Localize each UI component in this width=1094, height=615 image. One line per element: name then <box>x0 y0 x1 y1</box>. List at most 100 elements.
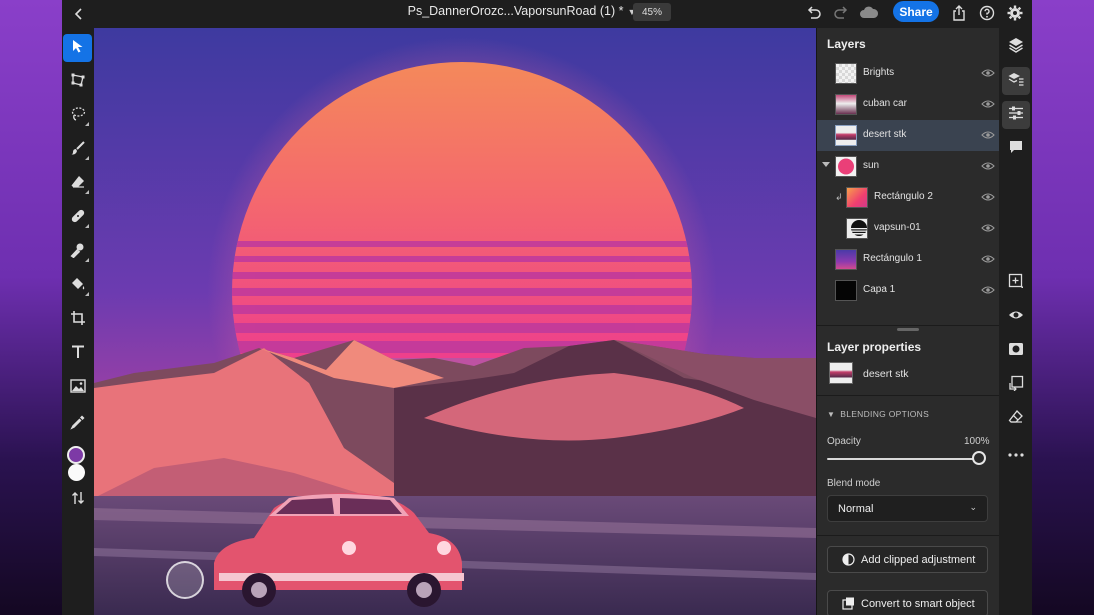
layer-name: Capa 1 <box>863 284 896 295</box>
eye-icon[interactable] <box>981 191 995 203</box>
redo-icon[interactable] <box>830 2 852 24</box>
chevron-down-icon[interactable] <box>822 162 830 167</box>
fill-tool[interactable] <box>63 272 92 300</box>
visibility-rail-button[interactable] <box>1002 303 1030 331</box>
eyedropper-icon <box>69 414 86 435</box>
export-icon[interactable] <box>948 2 970 24</box>
clip-arrow-icon: ↲ <box>835 192 843 202</box>
properties-layer-thumbnail <box>829 362 853 384</box>
lasso-tool[interactable] <box>63 102 92 130</box>
tool-options-corner <box>85 258 89 262</box>
layers-details-icon <box>1008 71 1024 92</box>
layer-name: vapsun-01 <box>874 222 921 233</box>
touch-shortcut-ring[interactable] <box>166 561 204 599</box>
eye-icon[interactable] <box>981 129 995 141</box>
eraser-tool[interactable] <box>63 170 92 198</box>
layer-thumbnail <box>835 94 857 115</box>
crop-icon <box>70 310 86 331</box>
background-color-swatch[interactable] <box>68 464 85 481</box>
panel-divider <box>817 325 999 326</box>
layer-row[interactable]: Brights <box>817 58 999 89</box>
layer-name: Rectángulo 2 <box>874 191 933 202</box>
vaporsun-artwork <box>94 28 816 615</box>
layer-properties-title: Layer properties <box>827 340 922 354</box>
zoom-level[interactable]: 45% <box>633 3 671 21</box>
layer-row[interactable]: vapsun-01 <box>817 213 999 244</box>
eye-icon[interactable] <box>981 98 995 110</box>
eye-icon[interactable] <box>981 160 995 172</box>
document-canvas[interactable] <box>94 28 816 615</box>
crop-tool[interactable] <box>63 306 92 334</box>
layer-thumbnail <box>846 218 868 239</box>
share-button[interactable]: Share <box>893 1 939 22</box>
eraser-rail-button[interactable] <box>1002 405 1030 433</box>
layer-name: Rectángulo 1 <box>863 253 922 264</box>
layer-details-rail-button[interactable] <box>1002 67 1030 95</box>
blending-options-header: BLENDING OPTIONS <box>840 409 930 419</box>
eraser-icon <box>1008 409 1024 430</box>
tool-options-corner <box>85 224 89 228</box>
eye-icon[interactable] <box>981 284 995 296</box>
text-icon <box>71 345 85 364</box>
left-toolbar <box>62 28 94 615</box>
foreground-color-swatch[interactable] <box>67 446 85 464</box>
brush-icon <box>70 140 86 161</box>
layers-stack-icon <box>1008 37 1024 58</box>
photoshop-app: Ps_DannerOrozc...VaporsunRoad (1) * ▼ 45%… <box>62 0 1032 615</box>
arrow-pointer-icon <box>72 39 84 58</box>
layer-thumbnail <box>835 63 857 84</box>
eye-icon[interactable] <box>981 222 995 234</box>
place-image-tool[interactable] <box>63 374 92 402</box>
eraser-icon <box>70 174 86 195</box>
opacity-slider-handle[interactable] <box>972 451 986 465</box>
clone-tool[interactable] <box>63 238 92 266</box>
layer-thumbnail <box>835 249 857 270</box>
plus-square-icon <box>1008 273 1024 294</box>
layer-row[interactable]: cuban car <box>817 89 999 120</box>
add-clipped-adjustment-label: Add clipped adjustment <box>861 553 976 566</box>
opacity-slider-track[interactable] <box>827 458 979 460</box>
type-tool[interactable] <box>63 340 92 368</box>
mask-icon <box>1008 342 1024 361</box>
brush-tool[interactable] <box>63 136 92 164</box>
adjustments-rail-button[interactable] <box>1002 101 1030 129</box>
blend-mode-select[interactable]: Normal ⌄ <box>827 495 988 522</box>
transform-tool[interactable] <box>63 68 92 96</box>
more-rail-button[interactable] <box>1002 439 1030 467</box>
blend-mode-value: Normal <box>838 503 874 515</box>
mask-rail-button[interactable] <box>1002 337 1030 365</box>
layers-rail-button[interactable] <box>1002 33 1030 61</box>
layer-name: Brights <box>863 67 895 78</box>
add-clipped-adjustment-button[interactable]: Add clipped adjustment <box>827 546 988 573</box>
clip-icon <box>1008 375 1024 396</box>
clip-rail-button[interactable] <box>1002 371 1030 399</box>
add-layer-rail-button[interactable] <box>1002 269 1030 297</box>
layer-thumbnail <box>835 125 857 146</box>
stamp-icon <box>69 242 86 263</box>
layer-row-group[interactable]: sun <box>817 151 999 182</box>
eye-icon[interactable] <box>981 253 995 265</box>
tool-options-corner <box>85 122 89 126</box>
layers-panel-title: Layers <box>827 37 866 51</box>
convert-smart-object-button[interactable]: Convert to smart object <box>827 590 988 615</box>
help-icon[interactable] <box>976 2 998 24</box>
select-tool[interactable] <box>63 34 92 62</box>
back-icon[interactable] <box>68 3 90 25</box>
healing-tool[interactable] <box>63 204 92 232</box>
opacity-value[interactable]: 100% <box>964 436 990 447</box>
layer-thumbnail <box>835 280 857 301</box>
gear-icon[interactable] <box>1004 2 1026 24</box>
layer-row[interactable]: Rectángulo 1 <box>817 244 999 275</box>
undo-icon[interactable] <box>803 2 825 24</box>
blend-mode-label: Blend mode <box>827 478 881 489</box>
layer-row-selected[interactable]: desert stk <box>817 120 999 151</box>
eyedropper-tool[interactable] <box>63 410 92 438</box>
blending-options-toggle[interactable]: ▼ BLENDING OPTIONS <box>827 409 929 419</box>
swap-colors-button[interactable] <box>63 486 92 514</box>
panel-resize-handle[interactable] <box>897 328 919 331</box>
eye-icon[interactable] <box>981 67 995 79</box>
cloud-icon[interactable] <box>858 2 880 24</box>
layer-row[interactable]: ↲ Rectángulo 2 <box>817 182 999 213</box>
layer-row[interactable]: Capa 1 <box>817 275 999 306</box>
comments-rail-button[interactable] <box>1002 135 1030 163</box>
